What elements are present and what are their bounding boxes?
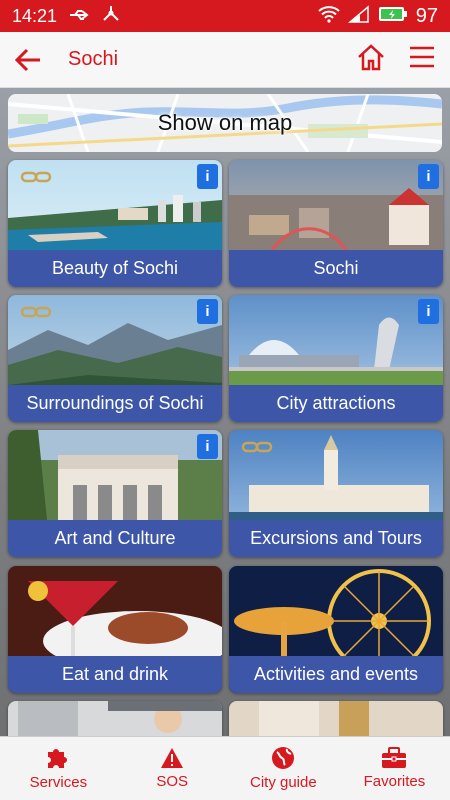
tile-activities-and-events[interactable]: Activities and events [229, 566, 443, 693]
wifi-icon [318, 5, 340, 28]
show-on-map-label: Show on map [157, 110, 293, 135]
info-icon[interactable]: i [418, 299, 439, 324]
nav-city-guide[interactable]: City guide [228, 737, 339, 800]
tile-partial-left[interactable] [8, 701, 222, 736]
nav-label: City guide [249, 774, 317, 791]
info-icon[interactable]: i [197, 164, 218, 189]
status-time: 14:21 [12, 5, 58, 26]
home-button[interactable] [356, 43, 386, 76]
home-icon [358, 44, 384, 71]
info-icon[interactable]: i [197, 299, 218, 324]
nav-label: Favorites [363, 773, 426, 790]
puzzle-icon [48, 749, 68, 768]
nav-label: Services [29, 774, 88, 791]
page-title: Sochi [68, 48, 119, 70]
battery-level: 97 [415, 4, 438, 27]
tile-label: Surroundings of Sochi [8, 385, 222, 422]
info-icon[interactable]: i [197, 434, 218, 459]
tile-photo [8, 701, 222, 736]
tile-label: Excursions and Tours [229, 520, 443, 557]
tile-beauty-of-sochi[interactable]: i Beauty of Sochi [8, 160, 222, 287]
tile-label: City attractions [229, 385, 443, 422]
tile-surroundings-of-sochi[interactable]: i Surroundings of Sochi [8, 295, 222, 422]
tile-label: Sochi [229, 250, 443, 287]
battery-icon [378, 5, 408, 28]
tile-label: Eat and drink [8, 656, 222, 693]
signal-icon [347, 4, 370, 28]
link-icon [241, 440, 273, 459]
warning-icon [161, 748, 184, 768]
tile-partial-right[interactable] [229, 701, 443, 736]
nav-sos[interactable]: SOS [117, 737, 228, 800]
tile-label: Beauty of Sochi [8, 250, 222, 287]
app-bar: Sochi [0, 32, 450, 88]
menu-button[interactable] [408, 45, 436, 74]
tile-label: Activities and events [229, 656, 443, 693]
show-on-map-banner[interactable]: Show on map [8, 94, 442, 152]
nav-services[interactable]: Services [0, 737, 117, 800]
nav-label: SOS [156, 773, 189, 790]
tile-art-and-culture[interactable]: i Art and Culture [8, 430, 222, 557]
info-icon[interactable]: i [418, 164, 439, 189]
link-icon [20, 305, 52, 324]
nav-favorites[interactable]: Favorites [339, 737, 450, 800]
tile-eat-and-drink[interactable]: Eat and drink [8, 566, 222, 693]
content-area: Show on map i Beauty of Sochi i Sochi i … [0, 88, 450, 736]
status-bar: 14:21 97 [0, 0, 450, 32]
usb-icon [69, 6, 91, 27]
tile-excursions-and-tours[interactable]: Excursions and Tours [229, 430, 443, 557]
arrow-left-icon [14, 48, 40, 71]
hamburger-menu-icon [410, 46, 434, 68]
link-icon [20, 170, 52, 189]
tile-city-attractions[interactable]: i City attractions [229, 295, 443, 422]
tile-photo [229, 701, 443, 736]
share-icon [101, 5, 121, 28]
bottom-navigation: Services SOS City guide Favorites [0, 736, 450, 800]
tile-sochi[interactable]: i Sochi [229, 160, 443, 287]
tile-label: Art and Culture [8, 520, 222, 557]
briefcase-icon [382, 747, 407, 768]
back-button[interactable] [0, 32, 56, 88]
globe-icon [272, 747, 295, 769]
